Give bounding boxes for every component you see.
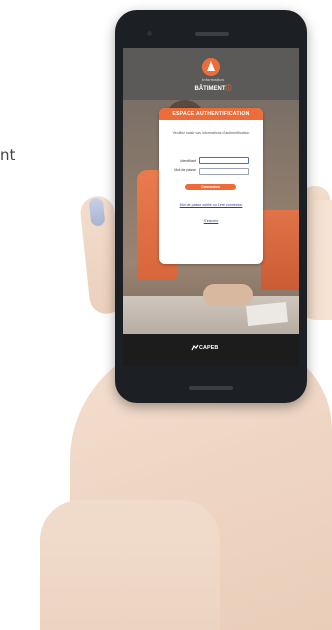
photo-person-vest-right xyxy=(261,210,299,290)
identifier-input[interactable] xyxy=(199,157,249,164)
connect-button[interactable]: Connexion xyxy=(185,184,236,190)
logo-text-main: BÂTIMENTⓘ xyxy=(181,83,245,92)
bottom-speaker xyxy=(189,386,233,390)
background-text-fragment: nt xyxy=(0,146,16,164)
photo-paper xyxy=(246,301,288,327)
identifier-row: Identifiant xyxy=(169,157,259,166)
logo-text-top: Information xyxy=(201,77,225,82)
front-camera xyxy=(147,31,152,36)
password-row: Mot de passe xyxy=(169,168,259,177)
smartphone: Information BÂTIMENTⓘ ESPACE AUTHENTIFIC… xyxy=(115,10,307,403)
app-footer: CAPEB xyxy=(123,334,299,366)
app-header: Information BÂTIMENTⓘ xyxy=(123,48,299,100)
capeb-logo-icon xyxy=(191,344,199,351)
photo-hands xyxy=(203,284,253,306)
login-card-title: ESPACE AUTHENTIFICATION xyxy=(159,108,263,120)
password-label: Mot de passe xyxy=(174,168,196,172)
identifier-label: Identifiant xyxy=(180,158,196,163)
logo-info-mark: ⓘ xyxy=(225,86,232,92)
login-card: ESPACE AUTHENTIFICATION Veuillez saisir … xyxy=(159,108,263,264)
thumbnail xyxy=(88,197,106,227)
phone-screen: Information BÂTIMENTⓘ ESPACE AUTHENTIFIC… xyxy=(123,48,299,366)
login-instruction: Veuillez saisir vos informations d'authe… xyxy=(172,131,250,135)
earpiece-speaker xyxy=(195,32,229,36)
logo-icon xyxy=(202,58,220,76)
wrist xyxy=(40,500,220,630)
capeb-brand: CAPEB xyxy=(199,345,219,351)
forgot-password-link[interactable]: Mot de passe oublié ou 1ère connexion xyxy=(175,203,247,207)
logo-text-batiment: BÂTIMENT xyxy=(194,86,226,92)
register-link[interactable]: S'inscrire xyxy=(189,219,233,223)
password-input[interactable] xyxy=(199,168,249,175)
